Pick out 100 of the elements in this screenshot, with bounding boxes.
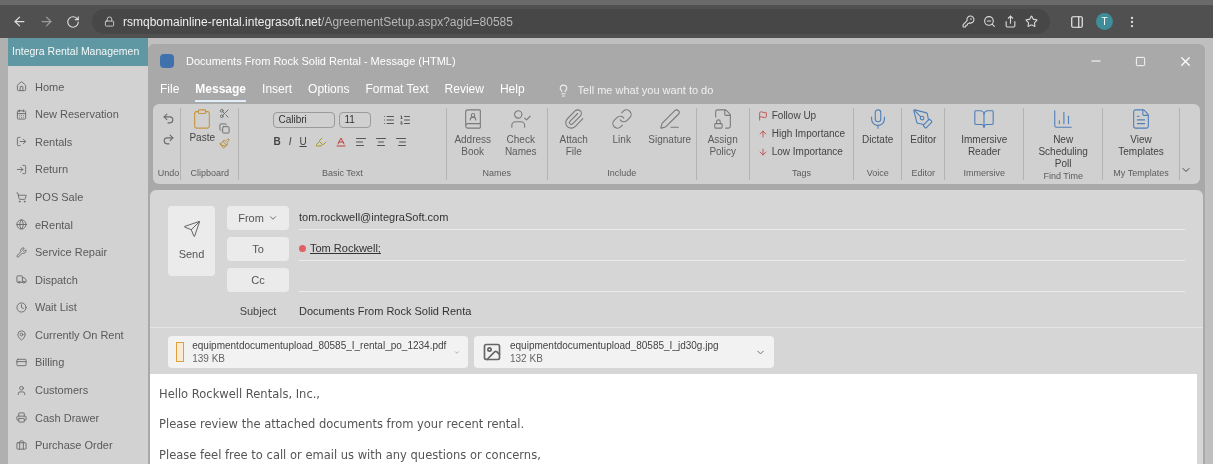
body-text: Please feel free to call or email us with any questions or concerns, — [159, 446, 542, 464]
ribbon-button[interactable]: Immersive Reader — [953, 108, 1016, 158]
zoom-icon[interactable] — [983, 15, 996, 28]
sidebar-item[interactable]: Cash Drawer — [16, 404, 140, 432]
sidebar-item-icon — [16, 108, 27, 120]
profile-avatar[interactable]: T — [1096, 13, 1113, 30]
sidebar-item[interactable]: eRental — [16, 210, 140, 239]
ribbon-icon — [711, 108, 734, 130]
sidebar-item[interactable]: Purchase Order — [16, 431, 140, 460]
sidebar-item[interactable]: Home — [16, 73, 140, 101]
cc-button[interactable]: Cc — [227, 268, 289, 292]
sidebar-item[interactable]: Billing — [16, 348, 140, 377]
sidebar-item[interactable]: Wait List — [16, 293, 140, 322]
sidebar-item-icon — [16, 384, 27, 396]
group-label: Undo — [157, 166, 180, 180]
lock-icon — [104, 16, 115, 27]
group-label: Clipboard — [190, 166, 229, 180]
highlighter-icon[interactable] — [314, 135, 327, 148]
align-center-icon[interactable] — [374, 135, 387, 148]
to-button[interactable]: To — [227, 237, 289, 261]
body-text: Please review the attached documents from your recent rental. — [159, 416, 526, 434]
tag-button[interactable]: High Importance — [757, 126, 846, 141]
key-icon[interactable] — [962, 15, 975, 28]
undo-icon[interactable] — [162, 112, 176, 125]
recipient-link[interactable]: Tom Rockwell; — [310, 240, 381, 257]
ribbon-button[interactable]: Attach File — [551, 108, 596, 158]
sidebar-item-icon — [16, 274, 27, 286]
sidebar-item-icon — [16, 219, 27, 231]
copy-icon[interactable] — [219, 123, 230, 134]
tag-button[interactable]: Follow Up — [757, 108, 846, 123]
bold-button[interactable]: B — [273, 134, 281, 149]
side-panel-icon[interactable] — [1070, 14, 1084, 29]
ribbon-icon — [658, 108, 681, 130]
share-icon[interactable] — [1004, 15, 1017, 28]
ribbon-button[interactable]: Assign Policy — [700, 108, 745, 158]
ribbon-button[interactable]: Dictate — [862, 108, 894, 146]
format-painter-icon[interactable] — [219, 138, 230, 149]
sidebar-item-icon — [16, 81, 27, 93]
italic-button[interactable]: I — [288, 134, 292, 149]
group-label: Tags — [790, 166, 812, 180]
group-label: Immersive — [963, 166, 1006, 180]
underline-button[interactable]: U — [299, 134, 307, 149]
ribbon-button[interactable]: Link — [599, 108, 644, 158]
group-label: My Templates — [1113, 166, 1169, 180]
ribbon-icon — [973, 108, 996, 130]
font-name-field[interactable]: Calibri — [273, 112, 336, 128]
maximize-icon[interactable] — [1135, 55, 1146, 67]
url-host: rsmqbomainline-rental.integrasoft.net — [123, 13, 322, 31]
reload-icon[interactable] — [66, 14, 80, 29]
font-size-field[interactable]: 11 — [339, 112, 372, 128]
attachment-card[interactable]: equipmentdocumentupload_80585_I_rental_po_1234.pdf 139 KB — [168, 336, 468, 368]
forward-icon[interactable] — [39, 14, 54, 29]
tag-button[interactable]: Low Importance — [757, 144, 846, 159]
ribbon-button[interactable]: Address Book — [450, 108, 495, 158]
ribbon-icon — [610, 108, 633, 130]
sidebar-item[interactable]: Customers — [16, 376, 140, 405]
sidebar-item[interactable]: Rentals — [16, 128, 140, 156]
ribbon-button[interactable]: Check Names — [498, 108, 543, 158]
sidebar-item[interactable]: New Reservation — [16, 100, 140, 129]
sidebar-item[interactable]: POS Sale — [16, 183, 140, 211]
group-label: Voice — [866, 166, 889, 180]
group-label: Editor — [911, 166, 936, 180]
subject-label: Subject — [238, 303, 278, 319]
align-left-icon[interactable] — [354, 135, 367, 148]
numbering-icon[interactable] — [399, 114, 412, 126]
sidebar-item-icon — [16, 191, 27, 203]
redo-icon[interactable] — [162, 133, 176, 146]
body-text: Hello Rockwell Rentals, Inc., — [159, 386, 322, 403]
from-button[interactable]: From — [227, 206, 289, 230]
cut-icon[interactable] — [219, 108, 230, 119]
paste-button[interactable]: Paste — [189, 108, 215, 145]
message-body[interactable]: Hello Rockwell Rentals, Inc., Please review the attached documents from your recent rental. Please feel free to call or email us with any questions or concerns, — [150, 374, 1197, 464]
send-icon — [182, 219, 201, 238]
ribbon-icon — [1052, 108, 1075, 130]
group-label: Basic Text — [322, 166, 363, 180]
sidebar-item[interactable]: Return — [16, 155, 140, 184]
ribbon-button[interactable]: Signature — [647, 108, 692, 158]
sidebar-item[interactable]: Currently On Rent — [16, 321, 140, 349]
sidebar-item-icon — [16, 246, 27, 258]
tag-icon — [757, 128, 768, 139]
sidebar-item-icon — [16, 136, 27, 148]
bullets-icon[interactable] — [383, 114, 396, 126]
attachment-card[interactable]: equipmentdocumentupload_80585_I_jd30g.jpg 132 KB — [474, 336, 774, 368]
sidebar-item-icon — [16, 440, 27, 451]
subject-field[interactable]: Documents From Rock Solid Renta — [299, 299, 1185, 323]
address-bar[interactable]: rsmqbomainline-rental.integrasoft.net/AgreementSetup.aspx?agid=80585 — [92, 9, 1050, 34]
window-title: Documents From Rock Solid Rental - Message (HTML) — [186, 53, 456, 69]
sidebar-item[interactable]: Service Repair — [16, 238, 140, 267]
ribbon-button[interactable]: View Templates — [1111, 108, 1171, 158]
align-right-icon[interactable] — [394, 135, 407, 148]
bookmark-star-icon[interactable] — [1025, 15, 1038, 28]
font-color-icon[interactable] — [334, 135, 347, 148]
sidebar-item-icon — [16, 329, 27, 341]
send-button[interactable]: Send — [168, 206, 215, 276]
attachment-size: 139 KB — [192, 352, 226, 365]
ribbon-button[interactable]: New Scheduling Poll — [1032, 108, 1095, 170]
back-icon[interactable] — [12, 14, 27, 29]
ribbon-button[interactable]: Editor — [910, 108, 937, 146]
sidebar-item[interactable]: Dispatch — [16, 266, 140, 294]
ribbon-icon — [562, 108, 585, 130]
